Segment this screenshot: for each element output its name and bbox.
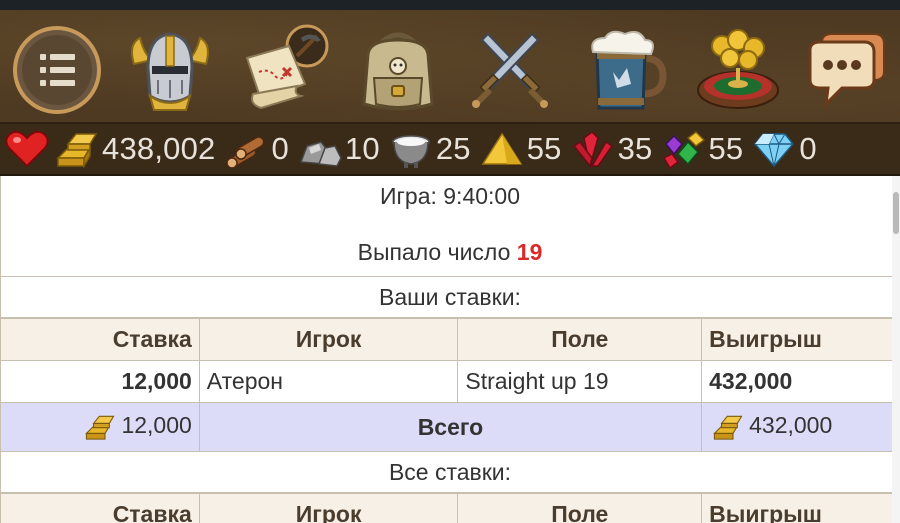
treasure-map-icon[interactable] [237, 22, 333, 118]
your-bets-table: Ставка Игрок Поле Выигрыш 12,000 Атерон … [0, 318, 900, 452]
resource-bar: 438,002 0 10 25 55 35 55 0 [0, 124, 900, 176]
total-row: 12,000 Всего 432,000 [0, 402, 900, 452]
table-header-row: Ставка Игрок Поле Выигрыш [0, 318, 900, 361]
column-header-field: Поле [457, 318, 703, 361]
chat-icon[interactable] [800, 22, 896, 118]
crystals-amount: 35 [617, 131, 653, 166]
resource-health [4, 128, 50, 170]
crossed-swords-icon[interactable] [462, 22, 558, 118]
resource-crystals: 35 [570, 128, 657, 170]
wood-logs-icon [226, 136, 265, 169]
diamond-icon [754, 132, 795, 168]
beer-mug-icon[interactable] [577, 22, 673, 118]
total-win-cell: 432,000 [701, 402, 900, 452]
table-header-row: Ставка Игрок Поле Выигрыш [0, 493, 900, 523]
main-nav-bar [0, 10, 900, 124]
status-strip [0, 0, 900, 10]
red-crystals-icon [572, 131, 613, 168]
total-win: 432,000 [749, 412, 833, 439]
sand-amount: 55 [526, 131, 562, 166]
heart-icon [5, 130, 49, 168]
menu-icon[interactable] [9, 22, 105, 118]
column-header-win: Выигрыш [701, 318, 900, 361]
your-bets-title: Ваши ставки: [0, 277, 900, 318]
roulette-icon[interactable] [690, 22, 786, 118]
resource-stone: 10 [297, 128, 384, 170]
gold-bars-icon [56, 133, 98, 169]
result-number: 19 [516, 239, 543, 265]
column-header-bet: Ставка [0, 493, 200, 523]
backpack-icon[interactable] [350, 22, 446, 118]
resource-iron: 25 [388, 128, 475, 170]
resource-sand: 55 [479, 128, 566, 170]
knight-helmet-icon[interactable] [122, 22, 218, 118]
column-header-player: Игрок [198, 493, 459, 523]
result-prefix: Выпало число [357, 239, 517, 265]
resource-diamonds: 0 [751, 128, 820, 170]
game-info-box: Игра: 9:40:00 Выпало число 19 [0, 176, 900, 277]
column-header-win: Выигрыш [701, 493, 900, 523]
bet-field: Straight up 19 [457, 360, 703, 403]
stones-icon [299, 141, 342, 167]
resource-gems: 55 [660, 128, 747, 170]
resource-gold: 438,002 [54, 128, 219, 170]
scrollbar-thumb[interactable] [893, 192, 899, 234]
player-name[interactable]: Атерон [198, 360, 459, 403]
bet-amount: 12,000 [0, 360, 200, 403]
gold-amount: 438,002 [102, 131, 216, 166]
resource-wood: 0 [223, 128, 292, 170]
column-header-player: Игрок [198, 318, 459, 361]
all-bets-title: Все ставки: [0, 452, 900, 493]
total-bet-cell: 12,000 [0, 402, 200, 452]
total-bet: 12,000 [121, 412, 192, 439]
wood-amount: 0 [271, 131, 289, 166]
win-amount: 432,000 [701, 360, 900, 403]
roulette-results-panel: Игра: 9:40:00 Выпало число 19 Ваши ставк… [0, 176, 900, 523]
column-header-bet: Ставка [0, 318, 200, 361]
diamonds-amount: 0 [799, 131, 817, 166]
iron-cauldron-icon [392, 135, 430, 168]
stone-amount: 10 [344, 131, 380, 166]
iron-amount: 25 [435, 131, 471, 166]
game-result: Выпало число 19 [1, 239, 899, 266]
gems-amount: 55 [708, 131, 744, 166]
sand-pile-icon [481, 132, 523, 165]
column-header-field: Поле [457, 493, 703, 523]
total-label: Всего [198, 402, 703, 452]
table-row: 12,000 Атерон Straight up 19 432,000 [0, 360, 900, 403]
all-bets-table: Ставка Игрок Поле Выигрыш [0, 493, 900, 523]
gold-bars-icon [81, 412, 119, 442]
gems-icon [663, 131, 706, 170]
gold-bars-icon [709, 412, 747, 442]
game-time: Игра: 9:40:00 [379, 183, 521, 209]
